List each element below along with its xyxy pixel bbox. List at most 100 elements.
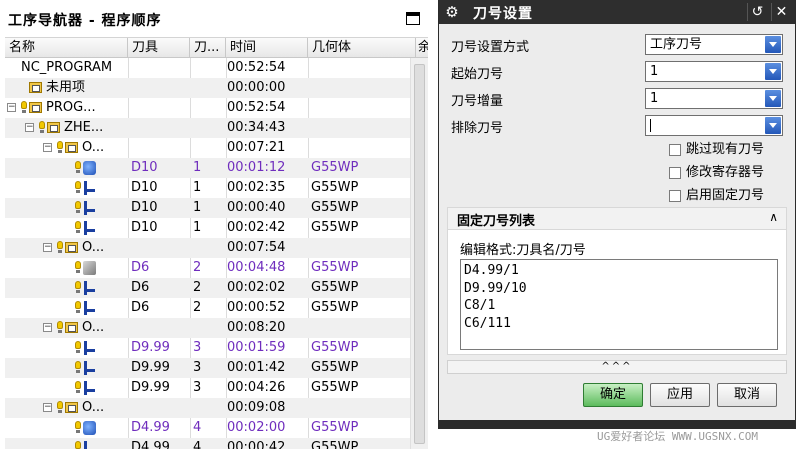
table-row[interactable]: D10 1 00:01:12 G55WP xyxy=(5,158,410,178)
cell-time: 00:04:48 xyxy=(227,260,286,275)
fixed-number-list-textarea[interactable]: D4.99/1 D9.99/10 C8/1 C6/111 xyxy=(460,259,778,350)
table-row[interactable]: D10 1 00:02:35 G55WP xyxy=(5,178,410,198)
ok-button[interactable]: 确定 xyxy=(583,383,643,407)
status-bulb-icon xyxy=(75,301,81,315)
tree-collapse-icon[interactable]: − xyxy=(25,123,34,132)
close-icon[interactable]: ✕ xyxy=(771,3,791,21)
table-row[interactable]: D9.99 3 00:04:26 G55WP xyxy=(5,378,410,398)
row-name-label: O... xyxy=(82,240,105,255)
expand-more-bar[interactable]: ^^^ xyxy=(447,360,787,374)
cell-name: − ZHE... xyxy=(5,118,125,138)
table-row[interactable]: D6 2 00:00:52 G55WP xyxy=(5,298,410,318)
chevron-down-icon[interactable] xyxy=(765,117,781,134)
cell-time: 00:00:42 xyxy=(227,440,286,449)
chevron-down-icon[interactable] xyxy=(765,63,781,80)
cell-geometry: G55WP xyxy=(311,160,359,175)
group-header[interactable]: 固定刀号列表 ∧ xyxy=(448,208,786,230)
column-name[interactable]: 名称 xyxy=(5,38,128,58)
increment-dropdown[interactable]: 1 xyxy=(645,88,783,109)
chevron-up-icon[interactable]: ∧ xyxy=(769,210,778,224)
method-dropdown[interactable]: 工序刀号 xyxy=(645,34,783,55)
program-folder-icon xyxy=(65,322,78,333)
cell-tool xyxy=(129,238,187,258)
program-folder-icon xyxy=(29,102,42,113)
reset-icon[interactable]: ↺ xyxy=(747,3,767,21)
cell-geometry: G55WP xyxy=(311,260,359,275)
table-row[interactable]: − O... 00:09:08 xyxy=(5,398,410,418)
table-row[interactable]: − ZHE... 00:34:43 xyxy=(5,118,410,138)
cell-time: 00:52:54 xyxy=(227,100,286,115)
text-cursor xyxy=(650,119,651,132)
cell-geometry xyxy=(309,238,409,258)
column-stock[interactable]: 余 xyxy=(416,38,428,58)
table-row[interactable]: D10 1 00:02:42 G55WP xyxy=(5,218,410,238)
column-time[interactable]: 时间 xyxy=(226,38,308,58)
cell-time: 00:00:00 xyxy=(227,80,286,95)
cell-name: 未用项 xyxy=(5,78,125,98)
cell-geometry xyxy=(309,318,409,338)
table-row[interactable]: − O... 00:08:20 xyxy=(5,318,410,338)
cell-tool: D9.99 xyxy=(131,340,170,355)
table-row[interactable]: D9.99 3 00:01:42 G55WP xyxy=(5,358,410,378)
column-tool-number[interactable]: 刀... xyxy=(190,38,226,58)
apply-button[interactable]: 应用 xyxy=(650,383,710,407)
method-label: 刀号设置方式 xyxy=(451,40,530,55)
cell-name xyxy=(5,358,125,378)
cell-tool xyxy=(129,78,187,98)
list-line: C8/1 xyxy=(464,298,496,313)
chevron-down-icon[interactable] xyxy=(765,90,781,107)
cell-tool-number: 4 xyxy=(193,440,202,449)
column-tool[interactable]: 刀具 xyxy=(128,38,190,58)
tree-collapse-icon[interactable]: − xyxy=(43,323,52,332)
table-row[interactable]: − O... 00:07:21 xyxy=(5,138,410,158)
cell-name: − O... xyxy=(5,138,125,158)
cell-tool: D9.99 xyxy=(131,380,170,395)
exclude-dropdown[interactable] xyxy=(645,115,783,136)
tree-collapse-icon[interactable]: − xyxy=(43,143,52,152)
table-row[interactable]: D10 1 00:00:40 G55WP xyxy=(5,198,410,218)
cell-name xyxy=(5,278,125,298)
cell-tool xyxy=(129,58,187,78)
table-row[interactable]: D4.99 4 00:00:42 G55WP xyxy=(5,438,410,449)
status-bulb-icon xyxy=(75,441,81,449)
table-row[interactable]: 未用项 00:00:00 xyxy=(5,78,410,98)
start-number-dropdown[interactable]: 1 xyxy=(645,61,783,82)
status-bulb-icon xyxy=(75,381,81,395)
tree-collapse-icon[interactable]: − xyxy=(43,243,52,252)
table-row[interactable]: NC_PROGRAM 00:52:54 xyxy=(5,58,410,78)
operation-icon xyxy=(83,381,95,395)
table-row[interactable]: − PROG... 00:52:54 xyxy=(5,98,410,118)
table-row[interactable]: D9.99 3 00:01:59 G55WP xyxy=(5,338,410,358)
cell-tool xyxy=(129,98,187,118)
tree-collapse-icon[interactable]: − xyxy=(7,103,16,112)
operation-icon xyxy=(83,361,95,375)
table-row[interactable]: D4.99 4 00:02:00 G55WP xyxy=(5,418,410,438)
maximize-icon[interactable] xyxy=(406,12,420,25)
table-row[interactable]: D6 2 00:02:02 G55WP xyxy=(5,278,410,298)
operation-icon xyxy=(83,181,95,195)
status-bulb-icon xyxy=(75,361,81,375)
row-name-label: O... xyxy=(82,140,105,155)
cell-name xyxy=(5,218,125,238)
chevron-down-icon[interactable] xyxy=(765,36,781,53)
checkbox-box[interactable] xyxy=(669,144,681,156)
checkbox-box[interactable] xyxy=(669,190,681,202)
scrollbar-thumb[interactable] xyxy=(414,64,425,444)
increment-value: 1 xyxy=(650,91,659,106)
cell-geometry xyxy=(309,78,409,98)
column-geometry[interactable]: 几何体 xyxy=(308,38,416,58)
cancel-button[interactable]: 取消 xyxy=(717,383,777,407)
row-name-label: O... xyxy=(82,320,105,335)
gear-icon[interactable]: ⚙ xyxy=(443,3,461,21)
checkbox-box[interactable] xyxy=(669,167,681,179)
vertical-scrollbar[interactable] xyxy=(410,58,428,449)
tree-collapse-icon[interactable]: − xyxy=(43,403,52,412)
status-bulb-icon xyxy=(57,401,63,415)
status-bulb-icon xyxy=(75,201,81,215)
status-bulb-icon xyxy=(57,141,63,155)
cell-tool-number xyxy=(191,138,223,158)
cell-time: 00:52:54 xyxy=(227,60,286,75)
cell-tool-number xyxy=(191,238,223,258)
table-row[interactable]: D6 2 00:04:48 G55WP xyxy=(5,258,410,278)
table-row[interactable]: − O... 00:07:54 xyxy=(5,238,410,258)
